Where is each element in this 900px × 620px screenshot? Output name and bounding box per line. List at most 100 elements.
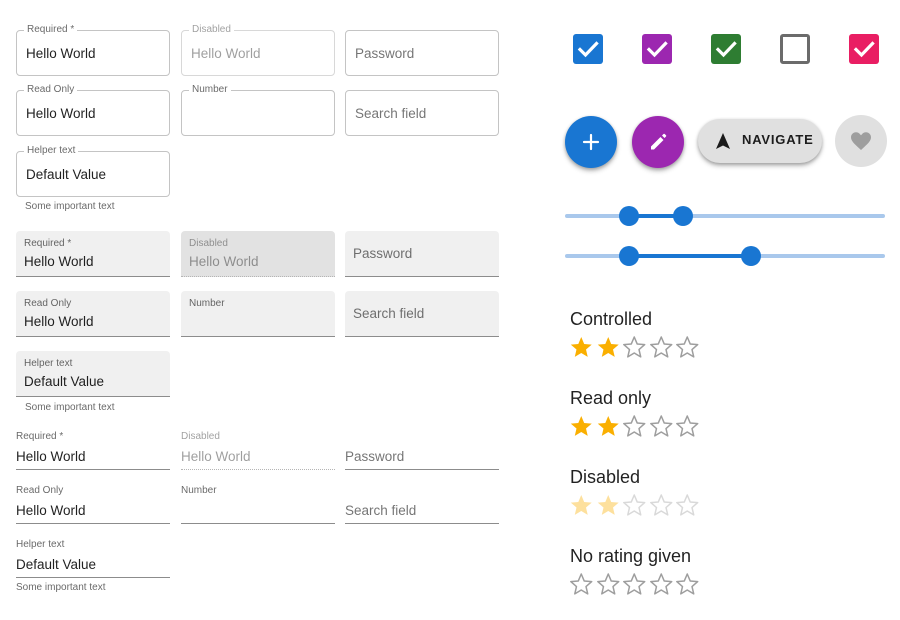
field-value: Hello World bbox=[189, 254, 259, 269]
helper-text: Some important text bbox=[25, 402, 115, 413]
star-filled-icon[interactable] bbox=[595, 335, 622, 359]
rating-readonly bbox=[568, 414, 701, 438]
field-value: Hello World bbox=[26, 106, 96, 121]
field-label: Read Only bbox=[24, 298, 72, 309]
filled-disabled-field: Disabled Hello World bbox=[181, 231, 335, 277]
field-label: Required * bbox=[24, 23, 78, 37]
field-label: Number bbox=[189, 83, 231, 97]
field-placeholder: Search field bbox=[355, 106, 427, 121]
plus-icon bbox=[582, 133, 600, 151]
outlined-required-field[interactable]: Required * Hello World bbox=[16, 23, 170, 76]
filled-readonly-field: Read Only Hello World bbox=[16, 291, 170, 337]
standard-disabled-field: Disabled Hello World bbox=[181, 430, 335, 470]
field-value: Hello World bbox=[16, 449, 86, 464]
field-placeholder: Password bbox=[353, 246, 413, 261]
filled-search-field[interactable]: Search field bbox=[345, 291, 499, 337]
star-empty-icon[interactable] bbox=[648, 572, 675, 596]
field-value: Hello World bbox=[24, 314, 94, 329]
standard-number-field[interactable]: Number bbox=[181, 484, 335, 524]
star-empty-icon[interactable] bbox=[648, 335, 675, 359]
outlined-disabled-field: Disabled Hello World bbox=[181, 23, 335, 76]
field-value: Hello World bbox=[181, 449, 251, 464]
field-value: Default Value bbox=[16, 557, 97, 572]
checkbox-unchecked[interactable] bbox=[780, 34, 810, 64]
navigate-fab-button[interactable]: NAVIGATE bbox=[698, 119, 822, 163]
filled-password-field[interactable]: Password bbox=[345, 231, 499, 277]
slider-thumb-start[interactable] bbox=[619, 206, 639, 226]
rating-controlled[interactable] bbox=[568, 335, 701, 359]
star-filled-icon[interactable] bbox=[595, 414, 622, 438]
field-value: Hello World bbox=[191, 46, 261, 61]
field-label: Number bbox=[181, 485, 217, 496]
field-label: Disabled bbox=[181, 431, 220, 442]
range-slider-1[interactable] bbox=[565, 206, 885, 226]
field-placeholder: Password bbox=[345, 449, 405, 464]
filled-required-field[interactable]: Required * Hello World bbox=[16, 231, 170, 277]
field-label: Helper text bbox=[24, 144, 79, 158]
filled-number-field[interactable]: Number bbox=[181, 291, 335, 337]
standard-password-field[interactable]: Password bbox=[345, 430, 499, 470]
checkbox-success[interactable] bbox=[711, 34, 741, 64]
star-empty-icon[interactable] bbox=[621, 335, 648, 359]
heart-icon bbox=[851, 132, 871, 150]
star-empty-icon bbox=[649, 494, 672, 516]
field-label: Read Only bbox=[24, 83, 78, 97]
add-fab-button[interactable] bbox=[565, 116, 617, 168]
field-value: Hello World bbox=[24, 254, 94, 269]
field-value: Default Value bbox=[26, 167, 107, 182]
rating-title-disabled: Disabled bbox=[570, 467, 641, 487]
field-label: Helper text bbox=[16, 539, 65, 550]
star-empty-icon[interactable] bbox=[648, 414, 675, 438]
range-slider-2[interactable] bbox=[565, 246, 885, 266]
outlined-number-field[interactable]: Number bbox=[181, 83, 335, 136]
star-empty-icon bbox=[676, 494, 699, 516]
checkmark-icon bbox=[577, 41, 599, 58]
helper-text: Some important text bbox=[16, 582, 106, 593]
checkbox-secondary[interactable] bbox=[642, 34, 672, 64]
pencil-icon bbox=[651, 133, 667, 150]
star-filled-icon[interactable] bbox=[568, 335, 595, 359]
standard-search-field[interactable]: Search field bbox=[345, 484, 499, 524]
star-empty-icon[interactable] bbox=[621, 414, 648, 438]
star-empty-icon[interactable] bbox=[621, 572, 648, 596]
edit-fab-button[interactable] bbox=[632, 116, 684, 168]
rating-title-controlled: Controlled bbox=[570, 309, 653, 329]
rating-title-none: No rating given bbox=[570, 546, 692, 566]
slider-thumb-end[interactable] bbox=[673, 206, 694, 226]
favorite-fab-button bbox=[835, 115, 887, 167]
star-empty-icon[interactable] bbox=[674, 572, 701, 596]
navigation-arrow-icon bbox=[716, 133, 730, 149]
star-filled-icon bbox=[570, 495, 592, 515]
checkmark-icon bbox=[715, 41, 737, 58]
star-empty-icon[interactable] bbox=[674, 414, 701, 438]
star-empty-icon[interactable] bbox=[568, 572, 595, 596]
outlined-password-field[interactable]: Password bbox=[345, 30, 499, 76]
outlined-helper-field[interactable]: Helper text Default Value bbox=[16, 144, 170, 197]
field-label: Required * bbox=[24, 238, 72, 249]
standard-required-field[interactable]: Required * Hello World bbox=[16, 430, 170, 470]
slider-thumb-start[interactable] bbox=[619, 246, 639, 266]
star-empty-icon bbox=[623, 494, 646, 516]
standard-helper-field[interactable]: Helper text Default Value bbox=[16, 538, 170, 578]
field-value: Hello World bbox=[16, 503, 86, 518]
field-label: Required * bbox=[16, 431, 64, 442]
field-value: Default Value bbox=[24, 374, 105, 389]
rating-disabled bbox=[568, 493, 701, 517]
star-empty-icon[interactable] bbox=[595, 572, 622, 596]
checkmark-icon bbox=[646, 41, 668, 58]
star-filled-icon[interactable] bbox=[568, 414, 595, 438]
checkmark-icon bbox=[853, 41, 875, 58]
filled-helper-field[interactable]: Helper text Default Value bbox=[16, 351, 170, 397]
slider-thumb-end[interactable] bbox=[740, 246, 761, 266]
field-placeholder: Search field bbox=[345, 503, 417, 518]
field-label: Helper text bbox=[24, 358, 73, 369]
field-label: Number bbox=[189, 298, 225, 309]
field-value: Hello World bbox=[26, 46, 96, 61]
outlined-search-field[interactable]: Search field bbox=[345, 90, 499, 136]
checkbox-error[interactable] bbox=[849, 34, 879, 64]
star-empty-icon[interactable] bbox=[674, 335, 701, 359]
standard-readonly-field: Read Only Hello World bbox=[16, 484, 170, 524]
rating-none[interactable] bbox=[568, 572, 701, 596]
checkbox-primary[interactable] bbox=[573, 34, 603, 64]
rating-title-readonly: Read only bbox=[570, 388, 652, 408]
